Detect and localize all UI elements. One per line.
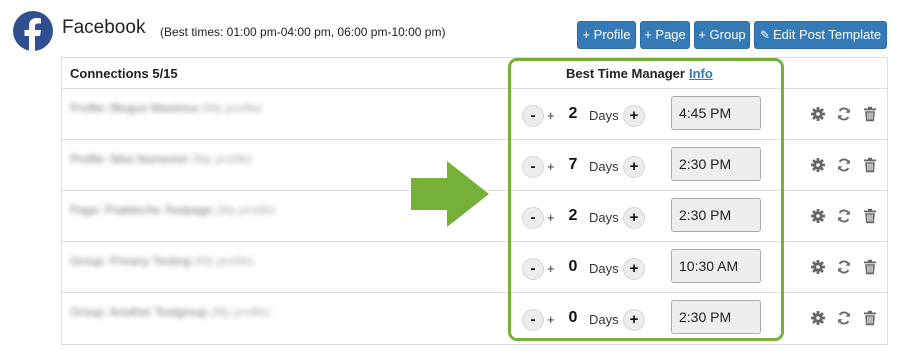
post-time-input[interactable]: 10:30 AM (671, 249, 761, 283)
connection-name: Profile: Max Numerion (My profile) (70, 152, 252, 166)
connection-meta: (My profile) (202, 101, 263, 115)
add-page-button[interactable]: + Page (640, 21, 690, 49)
days-label: Days (589, 108, 619, 123)
connection-name-text: Group: Another Testgroup (70, 305, 208, 319)
plus-sign: + (547, 312, 555, 327)
days-offset-value: 0 (568, 258, 578, 275)
connection-name: Group: Another Testgroup (My profile) (70, 305, 271, 319)
trash-icon[interactable] (862, 106, 878, 122)
decrease-days-button[interactable]: - (522, 207, 544, 229)
plus-sign: + (547, 261, 555, 276)
post-time-input[interactable]: 2:30 PM (671, 300, 761, 334)
connection-meta: (My profile) (193, 254, 254, 268)
right-arrow-icon (411, 161, 489, 232)
increase-days-button[interactable]: + (623, 258, 645, 280)
connection-name: Page: Praktische Testpage (My profile) (70, 203, 276, 217)
best-time-manager-heading: Best Time Manager Info (566, 66, 713, 81)
edit-post-template-button[interactable]: ✎ Edit Post Template (754, 21, 887, 49)
gear-icon[interactable] (810, 310, 826, 326)
days-offset-value: 7 (568, 156, 578, 173)
post-time-input[interactable]: 2:30 PM (671, 198, 761, 232)
pencil-icon: ✎ (759, 28, 770, 42)
refresh-icon[interactable] (836, 259, 852, 275)
post-time-input[interactable]: 2:30 PM (671, 147, 761, 181)
connection-name: Group: Privacy Testing (My profile) (70, 254, 254, 268)
add-profile-button[interactable]: + Profile (577, 21, 636, 49)
days-label: Days (589, 210, 619, 225)
plus-sign: + (547, 108, 555, 123)
info-link[interactable]: Info (689, 66, 713, 81)
connection-name-text: Profile: Blogus Maximus (70, 101, 199, 115)
decrease-days-button[interactable]: - (522, 309, 544, 331)
trash-icon[interactable] (862, 208, 878, 224)
decrease-days-button[interactable]: - (522, 258, 544, 280)
gear-icon[interactable] (810, 157, 826, 173)
days-offset-value: 2 (568, 207, 578, 224)
connection-meta: (My profile) (215, 203, 276, 217)
connection-name-text: Profile: Max Numerion (70, 152, 189, 166)
best-time-manager-label: Best Time Manager (566, 66, 685, 81)
decrease-days-button[interactable]: - (522, 156, 544, 178)
connection-name: Profile: Blogus Maximus (My profile) (70, 101, 262, 115)
connection-name-text: Page: Praktische Testpage (70, 203, 213, 217)
edit-post-template-label: Edit Post Template (772, 27, 882, 42)
days-label: Days (589, 159, 619, 174)
connection-name-text: Group: Privacy Testing (70, 254, 191, 268)
connection-meta: (My profile) (210, 305, 271, 319)
best-times-text: (Best times: 01:00 pm-04:00 pm, 06:00 pm… (160, 25, 446, 39)
days-label: Days (589, 261, 619, 276)
connection-meta: (My profile) (192, 152, 253, 166)
table-header: Connections 5/15 Best Time Manager Info (62, 58, 887, 89)
refresh-icon[interactable] (836, 310, 852, 326)
trash-icon[interactable] (862, 259, 878, 275)
table-row: Group: Another Testgroup (My profile) - … (62, 293, 887, 344)
refresh-icon[interactable] (836, 106, 852, 122)
decrease-days-button[interactable]: - (522, 105, 544, 127)
connections-count-label: Connections 5/15 (70, 66, 178, 81)
increase-days-button[interactable]: + (623, 207, 645, 229)
increase-days-button[interactable]: + (623, 309, 645, 331)
plus-sign: + (547, 159, 555, 174)
increase-days-button[interactable]: + (623, 156, 645, 178)
gear-icon[interactable] (810, 208, 826, 224)
add-group-button[interactable]: + Group (694, 21, 750, 49)
days-label: Days (589, 312, 619, 327)
facebook-logo-icon (13, 11, 53, 51)
days-offset-value: 2 (568, 105, 578, 122)
gear-icon[interactable] (810, 106, 826, 122)
refresh-icon[interactable] (836, 208, 852, 224)
trash-icon[interactable] (862, 157, 878, 173)
refresh-icon[interactable] (836, 157, 852, 173)
table-row: Profile: Blogus Maximus (My profile) - +… (62, 89, 887, 140)
increase-days-button[interactable]: + (623, 105, 645, 127)
gear-icon[interactable] (810, 259, 826, 275)
days-offset-value: 0 (568, 309, 578, 326)
trash-icon[interactable] (862, 310, 878, 326)
plus-sign: + (547, 210, 555, 225)
page-title: Facebook (62, 17, 146, 38)
table-row: Group: Privacy Testing (My profile) - + … (62, 242, 887, 293)
post-time-input[interactable]: 4:45 PM (671, 96, 761, 130)
